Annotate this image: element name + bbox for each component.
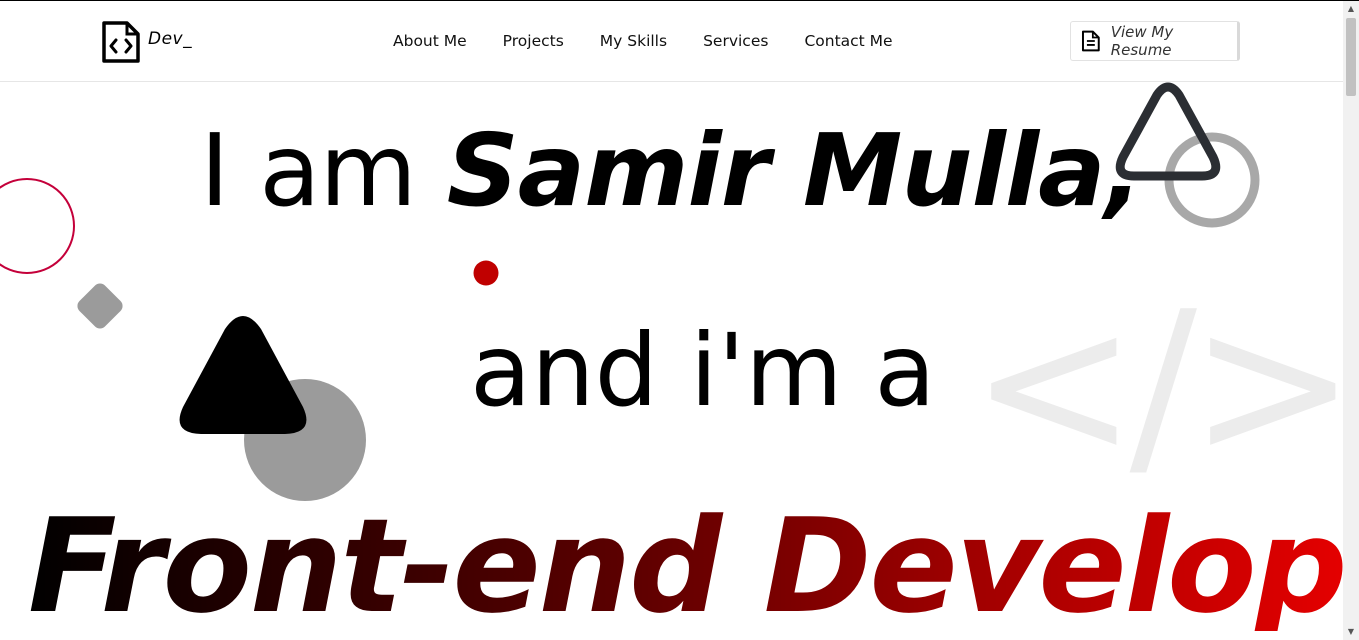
black-triangle-shape [179,316,307,434]
hero-name: Samir Mulla, [446,112,1143,229]
scroll-up-arrow-icon[interactable]: ▲ [1343,1,1359,17]
nav-services[interactable]: Services [703,32,768,50]
hero-intro-line: I am Samir Mulla, [200,121,1143,221]
red-ring-shape [0,178,75,274]
gray-diamond-shape [77,283,123,329]
scroll-thumb[interactable] [1346,18,1356,96]
main-nav: About Me Projects My Skills Services Con… [393,32,929,50]
nav-projects[interactable]: Projects [503,32,564,50]
nav-about-me[interactable]: About Me [393,32,467,50]
page: </> I am Samir Mulla, and i'm a Front-en… [0,1,1343,640]
logo-text: Dev_ [148,29,193,49]
red-dot-shape [473,260,499,286]
background-code-glyph: </> [970,269,1343,502]
hero-connector: and i'm a [470,312,936,429]
view-resume-button[interactable]: View My Resume [1070,21,1240,61]
scroll-down-arrow-icon[interactable]: ▼ [1343,624,1359,640]
view-resume-label: View My Resume [1110,23,1174,59]
logo[interactable]: Dev_ [101,20,192,64]
vertical-scrollbar[interactable]: ▲ ▼ [1343,1,1359,640]
site-header: Dev_ About Me Projects My Skills Service… [0,1,1343,82]
hero-intro: I am [200,112,447,229]
document-icon [1081,30,1100,52]
hero-role: Front-end Developer [28,501,1343,631]
nav-my-skills[interactable]: My Skills [600,32,667,50]
nav-contact-me[interactable]: Contact Me [804,32,892,50]
code-file-icon [102,21,140,63]
